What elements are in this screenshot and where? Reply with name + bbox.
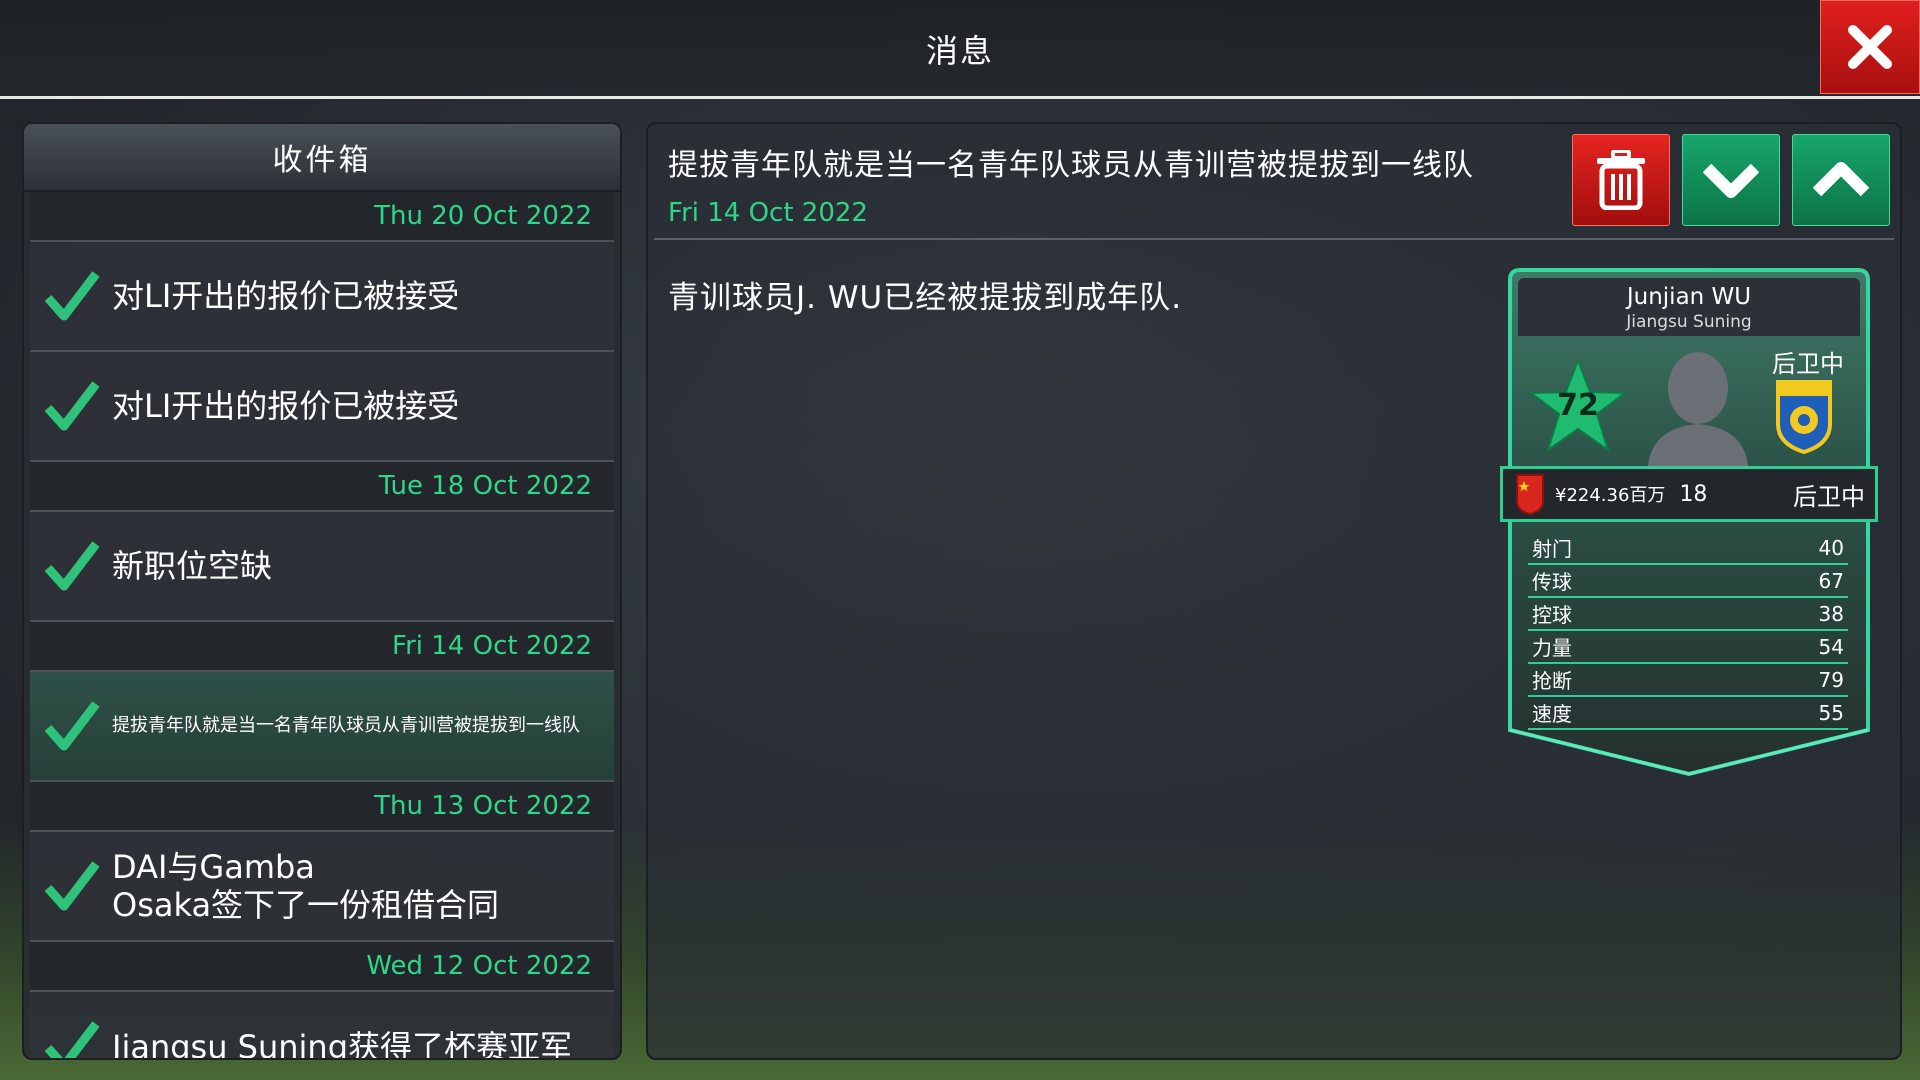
stat-row: 传球 67 <box>1528 565 1848 598</box>
message-subject: 提拔青年队就是当一名青年队球员从青训营被提拔到一线队 <box>112 715 580 736</box>
stat-row: 控球 38 <box>1528 598 1848 631</box>
trash-icon <box>1597 150 1645 210</box>
chevron-up-icon <box>1813 162 1869 197</box>
check-icon <box>44 701 100 751</box>
stat-row: 速度 55 <box>1528 697 1848 730</box>
message-subject: DAI与Gamba Osaka签下了一份租借合同 <box>112 848 499 924</box>
check-icon <box>44 541 100 591</box>
message-item-selected[interactable]: 提拔青年队就是当一名青年队球员从青训营被提拔到一线队 <box>30 672 614 782</box>
date-header: Thu 20 Oct 2022 <box>30 192 614 242</box>
check-icon <box>44 381 100 431</box>
message-item[interactable]: DAI与Gamba Osaka签下了一份租借合同 <box>30 832 614 942</box>
message-subject: 对LI开出的报价已被接受 <box>112 277 460 315</box>
date-header: Thu 13 Oct 2022 <box>30 782 614 832</box>
player-age: 18 <box>1679 481 1708 507</box>
stat-label: 抢断 <box>1532 669 1572 693</box>
page-title: 消息 <box>925 32 994 70</box>
player-rating: 72 <box>1557 388 1599 423</box>
stat-value: 54 <box>1818 634 1844 659</box>
delete-button[interactable] <box>1572 134 1670 226</box>
player-name: Junjian WU <box>1626 284 1752 310</box>
stat-value: 67 <box>1818 568 1844 593</box>
club-badge-icon <box>1776 380 1832 454</box>
message-body: 青训球员J. WU已经被提拔到成年队. <box>668 280 1183 316</box>
player-stats: 射门 40 传球 67 控球 38 力量 54 抢断 79 速度 55 <box>1528 532 1848 730</box>
close-icon <box>1848 25 1892 69</box>
player-info-bar: ¥224.36百万 18 后卫中 <box>1500 466 1878 522</box>
previous-message-button[interactable] <box>1792 134 1890 226</box>
check-icon <box>44 271 100 321</box>
message-subject-line1: DAI与Gamba <box>112 848 315 886</box>
stat-label: 速度 <box>1532 702 1572 726</box>
player-name-box: Junjian WU Jiangsu Suning <box>1518 278 1860 336</box>
stat-row: 力量 54 <box>1528 631 1848 664</box>
date-header: Tue 18 Oct 2022 <box>30 462 614 512</box>
stat-value: 79 <box>1818 667 1844 692</box>
message-title: 提拔青年队就是当一名青年队球员从青训营被提拔到一线队 <box>668 148 1474 183</box>
player-position-top: 后卫中 <box>1772 350 1844 378</box>
divider <box>654 238 1894 240</box>
check-icon <box>44 861 100 911</box>
stat-value: 55 <box>1818 700 1844 725</box>
date-header: Wed 12 Oct 2022 <box>30 942 614 992</box>
message-subject: Jiangsu Suning获得了杯赛亚军 <box>112 1028 573 1060</box>
stat-row: 射门 40 <box>1528 532 1848 565</box>
check-icon <box>44 1021 100 1058</box>
player-club: Jiangsu Suning <box>1626 312 1752 332</box>
chevron-down-icon <box>1703 163 1759 198</box>
china-flag-icon <box>1516 474 1544 515</box>
message-item[interactable]: Jiangsu Suning获得了杯赛亚军 <box>30 992 614 1060</box>
next-message-button[interactable] <box>1682 134 1780 226</box>
stat-label: 射门 <box>1532 537 1572 561</box>
stat-row: 抢断 79 <box>1528 664 1848 697</box>
top-bar: 消息 <box>0 0 1920 99</box>
message-subject-line2: Osaka签下了一份租借合同 <box>112 886 500 924</box>
close-button[interactable] <box>1820 0 1920 94</box>
inbox-panel: 收件箱 Thu 20 Oct 2022 对LI开出的报价已被接受 对LI开出的报… <box>22 122 622 1060</box>
message-item[interactable]: 新职位空缺 <box>30 512 614 622</box>
message-item[interactable]: 对LI开出的报价已被接受 <box>30 352 614 462</box>
stat-value: 38 <box>1818 601 1844 626</box>
stat-value: 40 <box>1818 535 1844 560</box>
stat-label: 控球 <box>1532 603 1572 627</box>
message-subject: 对LI开出的报价已被接受 <box>112 387 460 425</box>
stat-label: 传球 <box>1532 570 1572 594</box>
inbox-title: 收件箱 <box>24 124 620 192</box>
message-subject: 新职位空缺 <box>112 547 273 585</box>
player-silhouette-icon <box>1648 352 1748 466</box>
player-value: ¥224.36百万 <box>1555 485 1666 506</box>
player-card[interactable]: Junjian WU Jiangsu Suning 72 后卫中 ¥224.36… <box>1500 268 1878 778</box>
message-item[interactable]: 对LI开出的报价已被接受 <box>30 242 614 352</box>
stat-label: 力量 <box>1532 636 1572 660</box>
date-header: Fri 14 Oct 2022 <box>30 622 614 672</box>
message-date: Fri 14 Oct 2022 <box>668 198 868 228</box>
player-position: 后卫中 <box>1793 482 1865 511</box>
